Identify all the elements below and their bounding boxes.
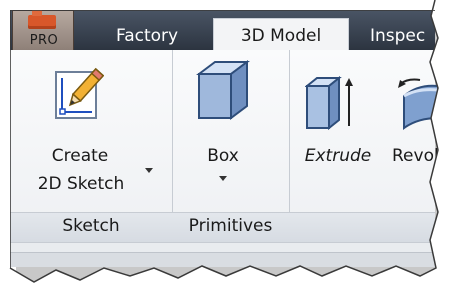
ribbon-screenshot: PRO Factory 3D Model Inspec Create 2D Sk…: [0, 0, 455, 302]
torn-edge-mask: [0, 0, 455, 302]
screenshot-canvas: PRO Factory 3D Model Inspec Create 2D Sk…: [0, 0, 455, 302]
